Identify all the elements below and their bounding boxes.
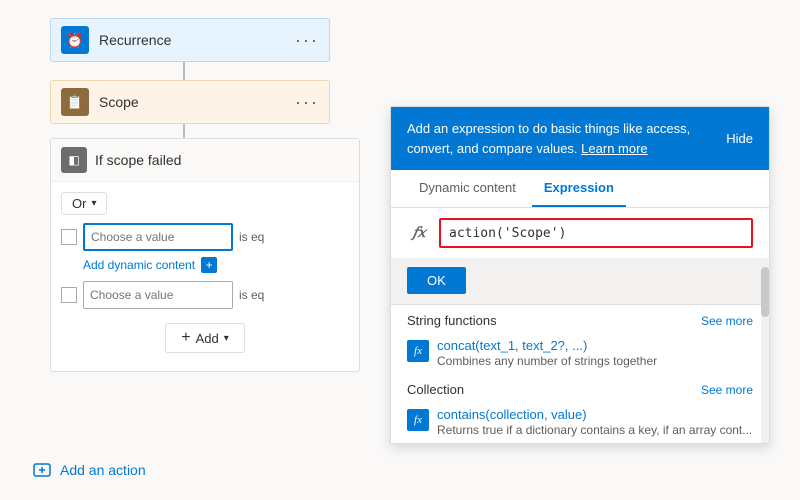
hide-button[interactable]: Hide [726, 129, 753, 149]
condition-operator-1: is eq [239, 230, 264, 244]
add-chevron-icon: ▾ [224, 333, 229, 344]
condition-value-input-2[interactable] [83, 281, 233, 309]
add-action-icon [30, 458, 54, 482]
condition-operator-2: is eq [239, 288, 264, 302]
condition-row-2: is eq [61, 281, 349, 309]
scope-title: Scope [99, 94, 295, 110]
expression-info-bar: Add an expression to do basic things lik… [391, 107, 769, 170]
string-functions-see-more[interactable]: See more [701, 314, 753, 328]
add-dynamic-plus-icon: + [201, 257, 217, 273]
func-concat-fx-icon: fx [407, 340, 429, 362]
add-button-row: + Add ▾ [61, 315, 349, 361]
expression-input[interactable] [439, 218, 753, 248]
func-contains-name[interactable]: contains(collection, value) [437, 407, 752, 422]
scope-more-button[interactable]: ··· [295, 92, 319, 113]
func-contains-desc: Returns true if a dictionary contains a … [437, 423, 752, 437]
add-condition-button[interactable]: + Add ▾ [165, 323, 245, 353]
plus-icon: + [181, 329, 190, 347]
or-dropdown-button[interactable]: Or ▾ [61, 192, 107, 215]
or-label: Or [72, 196, 86, 211]
func-contains-fx-icon: fx [407, 409, 429, 431]
add-label: Add [196, 331, 219, 346]
string-functions-title: String functions [407, 313, 497, 328]
expression-functions-list: String functions See more fx concat(text… [391, 305, 769, 443]
condition-row-1: is eq [61, 223, 349, 251]
scope-icon: 📋 [61, 88, 89, 116]
fx-icon: 𝑓𝑥 [407, 221, 431, 245]
condition-value-input-1[interactable] [83, 223, 233, 251]
expression-ok-row: OK [391, 259, 769, 305]
scrollbar-thumb[interactable] [761, 267, 769, 317]
canvas: ⏰ Recurrence ··· 📋 Scope ··· ◧ If scope … [0, 0, 800, 500]
collection-see-more[interactable]: See more [701, 383, 753, 397]
add-dynamic-content-link[interactable]: Add dynamic content + [83, 257, 349, 273]
or-chevron-icon: ▾ [91, 198, 96, 209]
add-dynamic-label: Add dynamic content [83, 258, 195, 272]
recurrence-title: Recurrence [99, 32, 295, 48]
arrow-connector-1 [183, 62, 185, 80]
expression-tabs: Dynamic content Expression [391, 170, 769, 208]
expression-ok-button[interactable]: OK [407, 267, 466, 294]
tab-dynamic-content[interactable]: Dynamic content [407, 170, 528, 207]
expression-input-row: 𝑓𝑥 [391, 208, 769, 259]
func-contains-item[interactable]: fx contains(collection, value) Returns t… [391, 401, 769, 443]
if-scope-body: Or ▾ is eq Add dynamic content + is eq [51, 182, 359, 371]
func-concat-name[interactable]: concat(text_1, text_2?, ...) [437, 338, 657, 353]
learn-more-link[interactable]: Learn more [581, 141, 647, 156]
if-scope-title: If scope failed [95, 152, 349, 168]
recurrence-block[interactable]: ⏰ Recurrence ··· [50, 18, 330, 62]
condition-checkbox-1[interactable] [61, 229, 77, 245]
expression-panel: Add an expression to do basic things lik… [390, 106, 770, 444]
recurrence-icon: ⏰ [61, 26, 89, 54]
string-functions-header: String functions See more [391, 305, 769, 332]
func-concat-info: concat(text_1, text_2?, ...) Combines an… [437, 338, 657, 368]
if-scope-icon: ◧ [61, 147, 87, 173]
func-concat-desc: Combines any number of strings together [437, 354, 657, 368]
recurrence-more-button[interactable]: ··· [295, 30, 319, 51]
scope-block[interactable]: 📋 Scope ··· [50, 80, 330, 124]
expression-info-text: Add an expression to do basic things lik… [407, 119, 714, 158]
add-action-label: Add an action [60, 462, 146, 478]
if-scope-block: ◧ If scope failed Or ▾ is eq Add dynamic… [50, 138, 360, 372]
collection-title: Collection [407, 382, 464, 397]
condition-checkbox-2[interactable] [61, 287, 77, 303]
scrollbar-track[interactable] [761, 267, 769, 443]
if-scope-header: ◧ If scope failed [51, 139, 359, 182]
func-contains-info: contains(collection, value) Returns true… [437, 407, 752, 437]
tab-expression[interactable]: Expression [532, 170, 626, 207]
func-concat-item[interactable]: fx concat(text_1, text_2?, ...) Combines… [391, 332, 769, 374]
collection-header: Collection See more [391, 374, 769, 401]
add-action-bar[interactable]: Add an action [30, 458, 146, 482]
